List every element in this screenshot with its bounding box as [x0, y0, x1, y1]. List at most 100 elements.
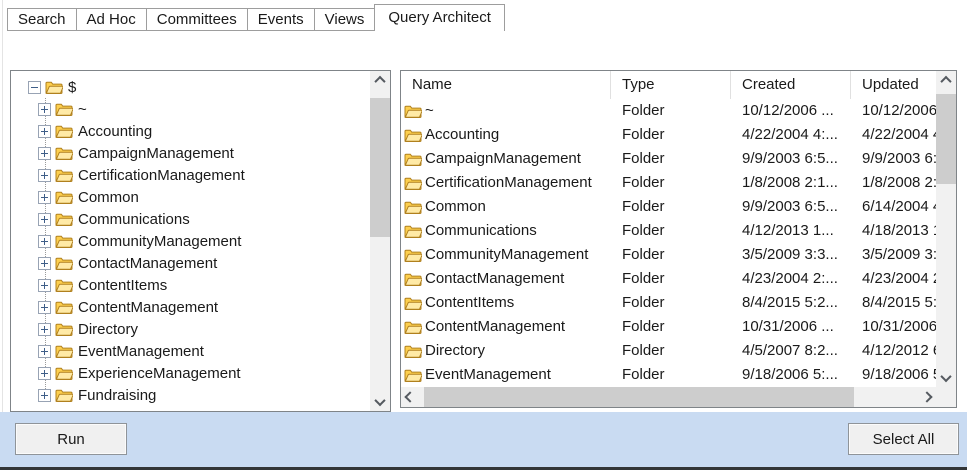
list-row[interactable]: AccountingFolder4/22/2004 4:...4/22/2004… [401, 123, 936, 147]
list-row[interactable]: CertificationManagementFolder1/8/2008 2:… [401, 171, 936, 195]
expand-plus-icon[interactable] [38, 323, 51, 336]
select-all-button[interactable]: Select All [848, 423, 959, 455]
tree-item[interactable]: ContactManagement [11, 252, 217, 274]
tree-item[interactable]: CommunityManagement [11, 230, 241, 252]
row-type: Folder [611, 147, 731, 171]
run-button[interactable]: Run [15, 423, 127, 455]
list-row[interactable]: CampaignManagementFolder9/9/2003 6:5...9… [401, 147, 936, 171]
row-created: 9/18/2006 5:... [731, 363, 851, 387]
scroll-up-button[interactable] [370, 71, 390, 89]
row-updated: 4/12/2012 6 [851, 339, 936, 363]
list-row[interactable]: CommonFolder9/9/2003 6:5...6/14/2004 4 [401, 195, 936, 219]
folder-icon [55, 146, 73, 160]
tree-item-label: Fundraising [78, 387, 156, 404]
folder-icon [55, 366, 73, 380]
scroll-up-button[interactable] [936, 71, 956, 89]
tree-item[interactable]: CertificationManagement [11, 164, 245, 186]
tab-committees[interactable]: Committees [146, 8, 248, 31]
tree-item[interactable]: Communications [11, 208, 190, 230]
expand-plus-icon[interactable] [38, 411, 51, 412]
folder-list-panel: Name Type Created Updated ~Folder10/12/2… [400, 70, 957, 408]
row-type: Folder [611, 243, 731, 267]
folder-icon [404, 344, 422, 358]
folder-tree: $ ~ Accounting CampaignManagement Certif… [11, 71, 370, 411]
expand-plus-icon[interactable] [38, 257, 51, 270]
column-header-type[interactable]: Type [611, 71, 731, 99]
folder-icon [404, 152, 422, 166]
scroll-down-button[interactable] [936, 369, 956, 387]
tree-item-label: Communications [78, 211, 190, 228]
tree-item[interactable]: EventManagement [11, 340, 204, 362]
folder-icon [55, 102, 73, 116]
row-updated: 10/31/2006 [851, 315, 936, 339]
folder-icon [404, 200, 422, 214]
tree-item-label: ContactManagement [78, 255, 217, 272]
expand-plus-icon[interactable] [38, 147, 51, 160]
tree-item[interactable]: ExperienceManagement [11, 362, 241, 384]
column-header-name[interactable]: Name [401, 71, 611, 99]
expand-plus-icon[interactable] [38, 301, 51, 314]
column-header-updated[interactable]: Updated [851, 71, 936, 99]
tree-item-root[interactable]: $ [11, 76, 76, 98]
expand-plus-icon[interactable] [38, 191, 51, 204]
tree-vertical-scrollbar[interactable] [370, 71, 390, 411]
expand-plus-icon[interactable] [38, 279, 51, 292]
list-row[interactable]: DirectoryFolder4/5/2007 8:2...4/12/2012 … [401, 339, 936, 363]
tree-item[interactable]: ~ [11, 98, 87, 120]
tree-item[interactable]: ContentManagement [11, 296, 218, 318]
expand-plus-icon[interactable] [38, 367, 51, 380]
tree-item[interactable]: Fundraising [11, 384, 156, 406]
folder-icon [55, 388, 73, 402]
row-created: 3/5/2009 3:3... [731, 243, 851, 267]
expand-plus-icon[interactable] [38, 169, 51, 182]
expand-plus-icon[interactable] [38, 345, 51, 358]
list-row[interactable]: CommunityManagementFolder3/5/2009 3:3...… [401, 243, 936, 267]
row-type: Folder [611, 195, 731, 219]
chevron-down-icon [940, 371, 951, 382]
expand-plus-icon[interactable] [38, 125, 51, 138]
list-row[interactable]: ContactManagementFolder4/23/2004 2:...4/… [401, 267, 936, 291]
row-updated: 9/18/2006 5 [851, 363, 936, 387]
list-row[interactable]: EventManagementFolder9/18/2006 5:...9/18… [401, 363, 936, 387]
list-horizontal-scrollbar[interactable] [401, 387, 936, 407]
scrollbar-thumb[interactable] [936, 94, 956, 184]
folder-icon [404, 176, 422, 190]
tree-item[interactable]: Membership [11, 406, 161, 411]
tree-item[interactable]: CampaignManagement [11, 142, 234, 164]
folder-icon [404, 272, 422, 286]
expand-plus-icon[interactable] [38, 389, 51, 402]
tree-item[interactable]: Common [11, 186, 139, 208]
scroll-right-button[interactable] [918, 387, 936, 407]
folder-icon [404, 320, 422, 334]
tab-query-architect[interactable]: Query Architect [374, 4, 505, 31]
row-type: Folder [611, 99, 731, 123]
tree-item[interactable]: Accounting [11, 120, 152, 142]
folder-icon [55, 256, 73, 270]
tab-views[interactable]: Views [314, 8, 376, 31]
list-vertical-scrollbar[interactable] [936, 71, 956, 387]
list-row[interactable]: ContentItemsFolder8/4/2015 5:2...8/4/201… [401, 291, 936, 315]
row-updated: 4/23/2004 2 [851, 267, 936, 291]
list-row[interactable]: CommunicationsFolder4/12/2013 1...4/18/2… [401, 219, 936, 243]
list-row[interactable]: ContentManagementFolder10/31/2006 ...10/… [401, 315, 936, 339]
scroll-left-button[interactable] [401, 387, 419, 407]
scroll-down-button[interactable] [370, 393, 390, 411]
row-type: Folder [611, 219, 731, 243]
column-header-created[interactable]: Created [731, 71, 851, 99]
tree-item[interactable]: ContentItems [11, 274, 167, 296]
tree-item-label: CommunityManagement [78, 233, 241, 250]
tab-search[interactable]: Search [7, 8, 77, 31]
bottom-action-bar: Run Select All [0, 412, 967, 470]
tree-item-label: EventManagement [78, 343, 204, 360]
scrollbar-thumb[interactable] [424, 387, 854, 407]
expand-plus-icon[interactable] [38, 213, 51, 226]
tree-item[interactable]: Directory [11, 318, 138, 340]
scrollbar-thumb[interactable] [370, 98, 390, 237]
tab-events[interactable]: Events [247, 8, 315, 31]
collapse-minus-icon[interactable] [28, 81, 41, 94]
expand-plus-icon[interactable] [38, 103, 51, 116]
expand-plus-icon[interactable] [38, 235, 51, 248]
tab-ad-hoc[interactable]: Ad Hoc [76, 8, 147, 31]
row-created: 10/31/2006 ... [731, 315, 851, 339]
list-row[interactable]: ~Folder10/12/2006 ...10/12/2006 [401, 99, 936, 123]
